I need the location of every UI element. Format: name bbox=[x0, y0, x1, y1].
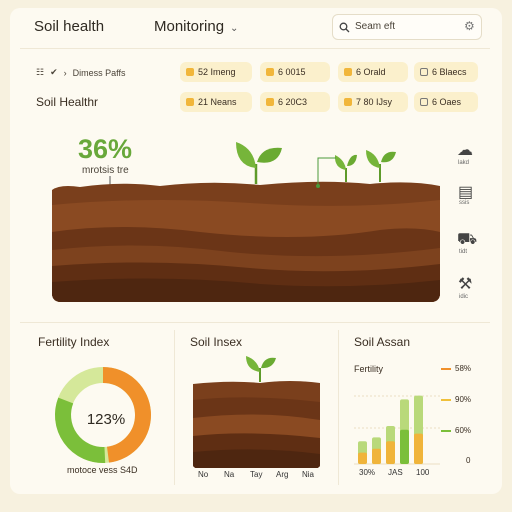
legend-swatch bbox=[441, 368, 451, 370]
soil-assan-card-title: Soil Assan bbox=[354, 335, 411, 349]
sensor-icon[interactable]: ▤ bbox=[458, 182, 473, 202]
legend-value: 60% bbox=[455, 426, 472, 435]
section-divider bbox=[20, 322, 490, 323]
legend-value: 0 bbox=[466, 456, 471, 465]
tool-label: lakd bbox=[458, 160, 470, 166]
month-label: No bbox=[198, 470, 209, 479]
month-label: Na bbox=[224, 470, 235, 479]
fertility-value: 123% bbox=[86, 411, 126, 428]
fertility-caption: motoce vess S4D bbox=[67, 465, 138, 475]
cloud-icon[interactable]: ☁ bbox=[457, 140, 473, 160]
legend-swatch bbox=[441, 430, 451, 432]
bar-axis-label: 100 bbox=[416, 468, 430, 477]
soil-assan-bar-chart bbox=[354, 395, 440, 465]
bar-axis-label: JAS bbox=[388, 468, 403, 477]
sprout-icon bbox=[366, 150, 396, 182]
tool-label: tidt bbox=[459, 249, 468, 255]
bar-axis-label: 30% bbox=[359, 468, 376, 477]
soil-index-illustration bbox=[193, 356, 320, 468]
month-label: Nia bbox=[302, 470, 315, 479]
fertility-card-title: Fertility Index bbox=[38, 335, 110, 349]
sprout-icon bbox=[236, 142, 282, 184]
sprout-icon bbox=[334, 154, 357, 182]
shovel-icon[interactable]: ⚒ bbox=[458, 274, 472, 294]
soil-index-card-title: Soil Insex bbox=[190, 335, 243, 349]
tractor-icon[interactable]: ⛟ bbox=[457, 230, 477, 250]
bar-orange bbox=[386, 441, 395, 464]
month-label: Tay bbox=[250, 470, 263, 479]
legend-title: Fertility bbox=[354, 364, 383, 374]
card-divider bbox=[174, 330, 175, 485]
bar-orange bbox=[372, 448, 381, 464]
legend-value: 90% bbox=[455, 395, 472, 404]
sprout-icon bbox=[246, 356, 276, 382]
legend-value: 58% bbox=[455, 364, 472, 373]
bar-orange bbox=[414, 433, 423, 464]
card-divider bbox=[338, 330, 339, 485]
legend-swatch bbox=[441, 399, 451, 401]
callout-dot bbox=[316, 184, 320, 188]
bar-orange bbox=[358, 452, 367, 464]
soil-layer-bottom bbox=[193, 449, 320, 468]
tool-label: ssis bbox=[459, 200, 470, 206]
month-label: Arg bbox=[276, 470, 289, 479]
tool-label: idic bbox=[459, 294, 469, 300]
bar-orange bbox=[400, 429, 409, 464]
